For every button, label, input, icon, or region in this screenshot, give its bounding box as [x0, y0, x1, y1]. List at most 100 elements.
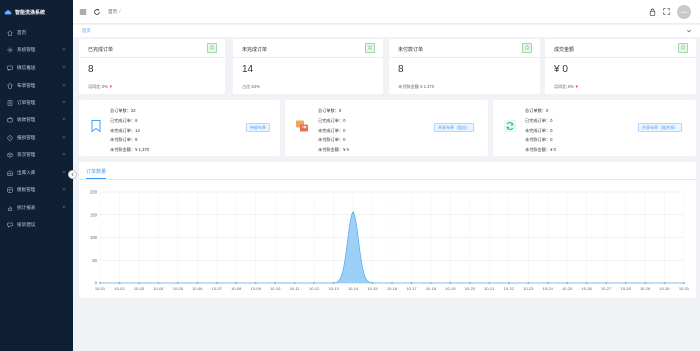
sidebar-item-label: 模板管理 [17, 187, 36, 192]
x-tick-label: 10-14 [348, 286, 359, 291]
user-avatar[interactable]: avatar [677, 5, 691, 19]
stat-title: 成交金额 [554, 47, 575, 53]
summary-card-pending: 总订单数：22 已完成订单：8 未完成订单：14 未付款订单：8 未付款金额：¥… [79, 100, 280, 156]
summary-line: 未付款金额：¥ 1,370 [110, 147, 150, 153]
pending-linen-button[interactable]: 待收布草 [246, 123, 270, 132]
period-badge[interactable]: 月 [678, 43, 688, 53]
stat-value: 14 [242, 64, 254, 75]
template-icon [7, 187, 13, 193]
y-tick-label: 0 [95, 281, 98, 286]
data-point [371, 282, 374, 284]
summary-lines: 总订单数：22 已完成订单：8 未完成订单：14 未付款订单：8 未付款金额：¥… [110, 106, 149, 155]
sidebar-item-label: 微信推送 [17, 65, 36, 70]
x-tick-label: 10-27 [601, 286, 612, 291]
hamburger-icon[interactable] [79, 8, 87, 16]
stat-card-unpaid: 未付款订单 月 8 未付款金额 ¥ 1,370 [389, 39, 540, 94]
x-tick-label: 10-30 [659, 286, 670, 291]
sidebar-item-10[interactable]: 统计报表 [0, 202, 73, 214]
data-point [683, 282, 685, 284]
summary-line: 总订单数：22 [110, 108, 136, 113]
x-tick-label: 10-16 [387, 286, 398, 291]
data-point [488, 282, 491, 284]
sidebar-item-label: 投诉建议 [17, 222, 36, 227]
pure-share-button[interactable]: 共享布草（纯共享） [638, 123, 682, 132]
box-icon [7, 152, 13, 158]
wechat-icon [7, 65, 13, 71]
sidebar-item-8[interactable]: 出库入库 [0, 167, 73, 179]
summary-line: 未完成订单：14 [110, 127, 140, 133]
chevron-left-icon [71, 172, 74, 177]
sidebar-collapse-button[interactable] [68, 170, 77, 179]
x-tick-label: 10-10 [270, 286, 281, 291]
data-point [527, 282, 530, 284]
sidebar-item-3[interactable]: 布草管理 [0, 80, 73, 92]
warehouse-icon [7, 170, 13, 176]
sidebar-item-11[interactable]: 投诉建议 [0, 219, 73, 231]
stat-foot-label: 月同比 0% [88, 84, 108, 89]
x-tick-label: 10-08 [231, 286, 242, 291]
home-icon [7, 30, 13, 36]
x-tick-label: 10-29 [640, 286, 651, 291]
summary-line: 未付款金额：¥ 0 [318, 147, 349, 153]
x-tick-label: 10-19 [445, 286, 456, 291]
summary-line: 已完成订单：8 [110, 117, 138, 123]
data-point [138, 282, 140, 284]
breadcrumb-home[interactable]: 首页 [108, 9, 117, 14]
summary-lines: 总订单数：0 已完成订单：0 未完成订单：0 未付款订单：0 未付款金额：¥ 0 [318, 106, 349, 155]
stat-foot: 月同比 0%▼ [88, 84, 113, 90]
data-point [157, 282, 160, 284]
stat-foot: 占比 64% [242, 84, 260, 90]
sidebar-item-4[interactable]: 订单管理 [0, 97, 73, 109]
data-point [293, 282, 296, 284]
shared-rent-out-button[interactable]: 共享布草（租出） [434, 123, 474, 132]
x-tick-label: 10-21 [484, 286, 495, 291]
period-badge[interactable]: 月 [207, 43, 217, 53]
period-badge[interactable]: 月 [522, 43, 532, 53]
sidebar-item-2[interactable]: 微信推送 [0, 62, 73, 74]
chevron-down-icon [62, 84, 66, 86]
data-point [332, 282, 335, 284]
chevron-down-icon[interactable] [686, 28, 692, 34]
order-count-chart: 0 50 100 150 200 10-01 10-02 10-03 10-04 10-05 10-… [90, 190, 690, 292]
sidebar-item-0[interactable]: 首页 [0, 27, 73, 39]
sidebar-item-label: 出库入库 [17, 170, 36, 175]
report-icon [7, 206, 13, 211]
summary-line: 未完成订单：0 [525, 127, 553, 133]
divider [233, 57, 383, 58]
sidebar-item-9[interactable]: 模板管理 [0, 184, 73, 196]
fullscreen-icon[interactable] [663, 8, 670, 15]
order-chart-card: 订单数量 0 50 100 150 200 10-01 10-02 10-03 10-04 10-… [79, 162, 696, 298]
data-point [449, 282, 452, 284]
sidebar-item-5[interactable]: 收款管理 [0, 114, 73, 126]
x-tick-label: 10-03 [134, 286, 145, 291]
lock-icon[interactable] [649, 8, 656, 16]
data-point [99, 282, 101, 284]
x-tick-label: 10-01 [95, 286, 106, 291]
period-badge[interactable]: 月 [365, 43, 375, 53]
sidebar-item-1[interactable]: 系统管理 [0, 44, 73, 56]
stat-title: 未付款订单 [398, 47, 424, 53]
app-logo[interactable]: 智能洗涤系统 [0, 0, 73, 24]
cloth-icon [7, 83, 13, 89]
refresh-icon[interactable] [93, 8, 101, 16]
divider [389, 57, 540, 58]
x-tick-label: 10-06 [192, 286, 203, 291]
chevron-down-icon [62, 188, 66, 190]
summary-line: 未完成订单：0 [318, 127, 346, 133]
damage-icon [7, 135, 13, 141]
data-point [313, 282, 316, 284]
data-point [196, 282, 199, 284]
data-point [254, 282, 257, 284]
sidebar-item-label: 统计报表 [17, 205, 36, 210]
cloud-logo-icon [4, 10, 12, 15]
stat-title: 已完成订单 [88, 47, 114, 53]
sidebar-item-6[interactable]: 报损管理 [0, 132, 73, 144]
summary-line: 未付款订单：0 [318, 137, 346, 143]
summary-line: 总订单数：0 [318, 108, 342, 113]
stat-title: 未完成订单 [242, 47, 268, 53]
tag-home[interactable]: 首页 [82, 28, 91, 34]
tab-order-count[interactable]: 订单数量 [86, 168, 107, 179]
sidebar-item-7[interactable]: 货次管理 [0, 149, 73, 161]
order-icon [7, 100, 13, 106]
stat-foot-label: 未付款金额 ¥ 1,370 [398, 84, 435, 89]
